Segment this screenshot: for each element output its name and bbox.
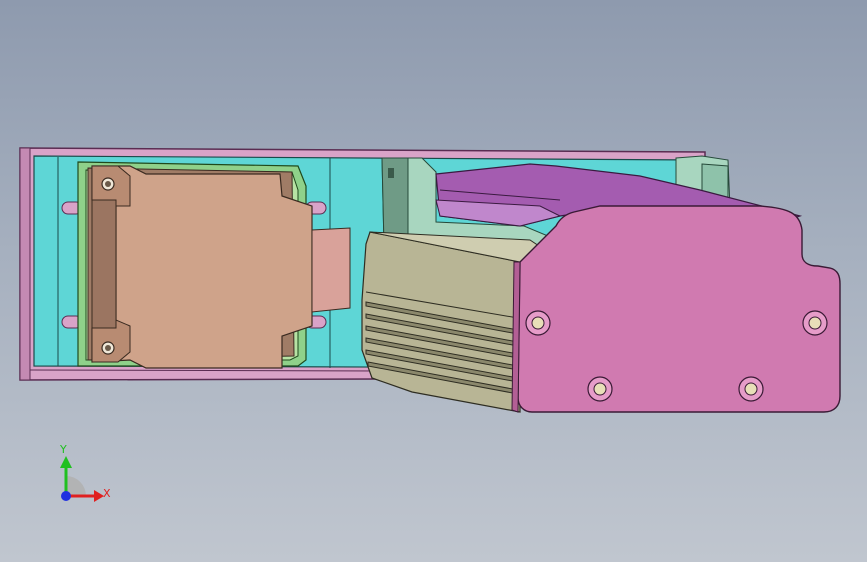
- connector-tab[interactable]: [311, 227, 351, 313]
- model-canvas[interactable]: Y X: [0, 0, 867, 562]
- end-cap[interactable]: [511, 205, 841, 413]
- x-axis-label: X: [103, 487, 111, 500]
- 3d-viewport[interactable]: Y X: [0, 0, 867, 562]
- screw-bottom-right: [738, 376, 764, 402]
- screw-top-left: [525, 310, 551, 336]
- tan-pad-block[interactable]: [87, 165, 313, 369]
- screw-bottom-left: [587, 376, 613, 402]
- coordinate-triad: Y X: [59, 443, 111, 502]
- y-axis-label: Y: [59, 443, 67, 456]
- screw-top-right: [802, 310, 828, 336]
- z-axis-dot: [61, 491, 71, 501]
